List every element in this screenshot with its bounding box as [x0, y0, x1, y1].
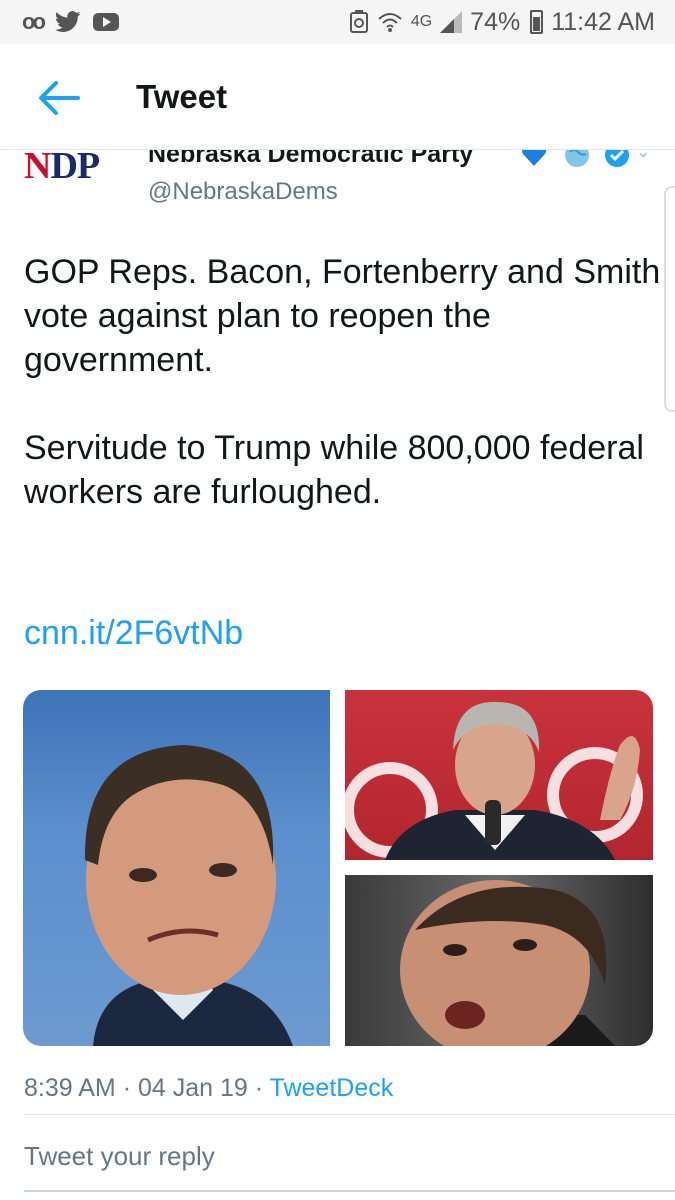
status-bar-notifications: oo	[22, 9, 119, 35]
tweet-author[interactable]: NDP Nebraska Democratic Party ⌄ @Nebrask…	[24, 150, 664, 212]
arrow-left-icon	[39, 81, 80, 115]
chevron-down-icon[interactable]: ⌄	[637, 150, 650, 162]
tweet-paragraph-1: GOP Reps. Bacon, Fortenberry and Smith v…	[24, 253, 661, 379]
tweet-meta: 8:39 AM · 04 Jan 19 · TweetDeck	[24, 1074, 393, 1103]
youtube-icon	[92, 13, 119, 31]
app-header: Tweet	[0, 44, 675, 150]
avatar-letter-n: N	[24, 150, 51, 187]
photo-smith[interactable]	[345, 875, 653, 1046]
tweet-date: 04 Jan 19	[137, 1074, 248, 1102]
network-type: 4G	[410, 13, 433, 30]
tweet-link[interactable]: cnn.it/2F6vtNb	[24, 614, 243, 653]
divider	[24, 1114, 675, 1115]
tweet-source-link[interactable]: TweetDeck	[270, 1074, 394, 1102]
voicemail-icon: oo	[22, 9, 46, 34]
reply-input[interactable]: Tweet your reply	[24, 1141, 215, 1172]
portrait-illustration	[84, 745, 293, 1046]
signal-icon	[440, 11, 463, 33]
avatar-letters-dp: DP	[50, 150, 100, 187]
tweet-time: 8:39 AM	[24, 1074, 116, 1102]
recycle-icon	[349, 10, 368, 33]
meta-separator: ·	[254, 1074, 264, 1102]
twitter-bird-icon	[54, 11, 81, 32]
reply-input-underline	[24, 1190, 675, 1192]
battery-icon	[530, 10, 544, 34]
meta-separator: ·	[122, 1074, 132, 1102]
avatar[interactable]: NDP	[24, 150, 124, 188]
photo-bacon[interactable]	[23, 690, 330, 1046]
display-name[interactable]: Nebraska Democratic Party	[148, 150, 473, 169]
portrait-illustration	[400, 880, 615, 1046]
page-title: Tweet	[136, 78, 228, 115]
wifi-icon	[378, 13, 402, 32]
verified-badge-icon	[605, 150, 629, 167]
scrollbar[interactable]	[664, 186, 675, 412]
clock: 11:42 AM	[551, 7, 655, 36]
tweet-media-grid	[23, 690, 653, 1046]
blue-heart-icon	[521, 150, 547, 166]
battery-percent: 74%	[470, 7, 521, 36]
globe-icon	[565, 150, 589, 167]
photo-fortenberry[interactable]	[345, 690, 653, 860]
status-bar-system: 4G 74% 11:42 AM	[349, 8, 655, 37]
user-handle[interactable]: @NebraskaDems	[148, 178, 338, 206]
back-button[interactable]	[34, 74, 82, 122]
tweet-paragraph-2: Servitude to Trump while 800,000 federal…	[24, 429, 644, 511]
status-bar: oo 4G 74% 11:42 AM	[0, 0, 675, 44]
tweet-text: GOP Reps. Bacon, Fortenberry and Smith v…	[24, 250, 664, 514]
portrait-illustration	[345, 701, 643, 860]
